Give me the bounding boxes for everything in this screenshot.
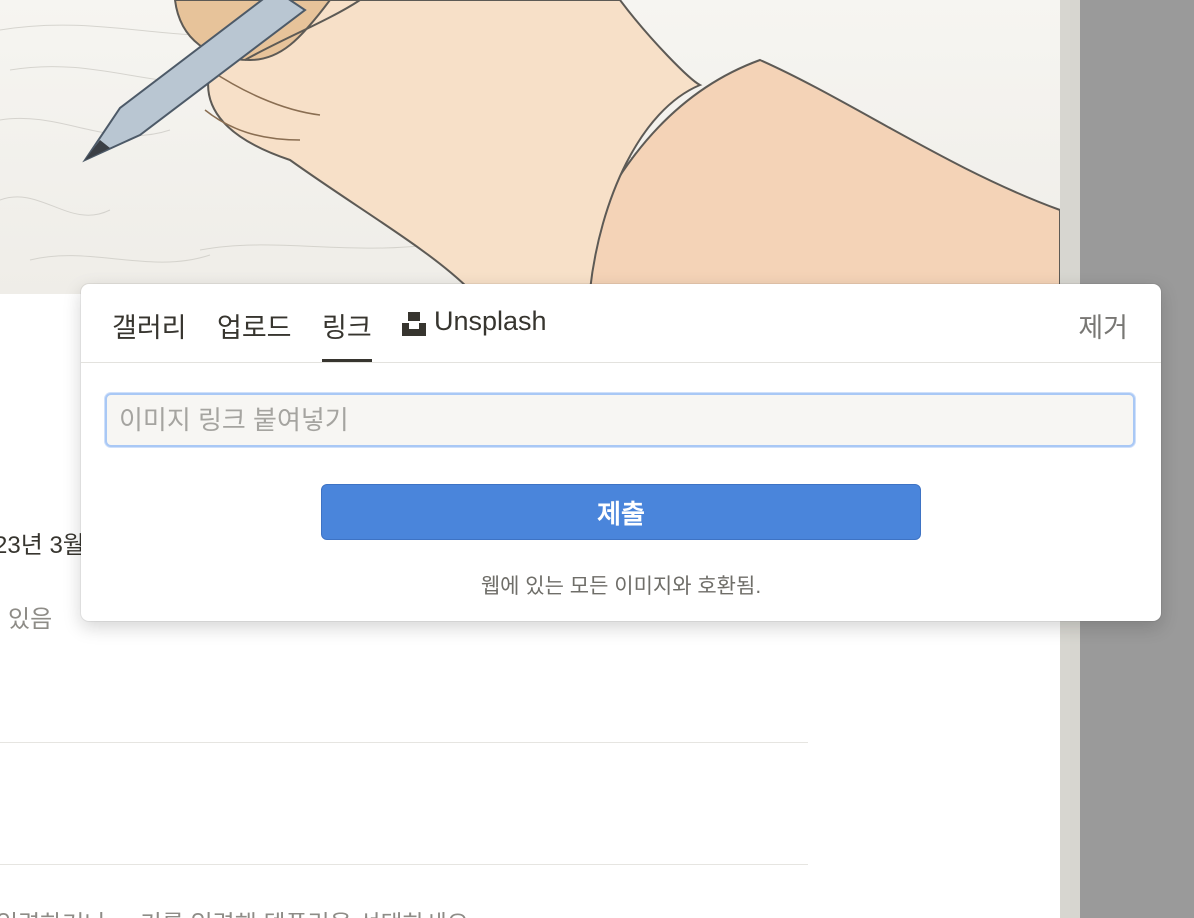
tab-unsplash-label: Unsplash <box>434 306 547 336</box>
compatibility-hint: 웹에 있는 모든 이미지와 호환됨. <box>480 575 762 598</box>
tab-unsplash[interactable]: Unsplash <box>402 306 547 362</box>
tab-link-label: 링크 <box>322 313 372 343</box>
tab-gallery[interactable]: 갤러리 <box>112 306 187 362</box>
cover-illustration <box>0 0 1060 294</box>
unsplash-icon <box>402 306 426 343</box>
page-template-hint: 입력하거나 ... 키를 입력해 템플릿을 선택하세요 <box>0 904 469 918</box>
tab-upload-label: 업로드 <box>217 313 292 343</box>
tab-link[interactable]: 링크 <box>322 306 372 362</box>
submit-button[interactable]: 제출 <box>321 484 921 540</box>
page-divider <box>0 742 808 743</box>
remove-button[interactable]: 제거 <box>1078 306 1128 345</box>
tab-gallery-label: 갤러리 <box>112 313 187 343</box>
page-divider <box>0 864 808 865</box>
page-cover-image[interactable] <box>0 0 1060 294</box>
image-picker-popover: 갤러리 업로드 링크 Unsplash 제거 제출 웹에 있는 모든 이미지와 … <box>81 284 1161 621</box>
page-status-property: 있음 <box>8 606 53 633</box>
tab-upload[interactable]: 업로드 <box>217 306 292 362</box>
image-picker-tabs: 갤러리 업로드 링크 Unsplash 제거 <box>81 284 1161 363</box>
image-link-input[interactable] <box>105 393 1135 447</box>
page-date-property: 23년 3월 <box>0 532 85 559</box>
